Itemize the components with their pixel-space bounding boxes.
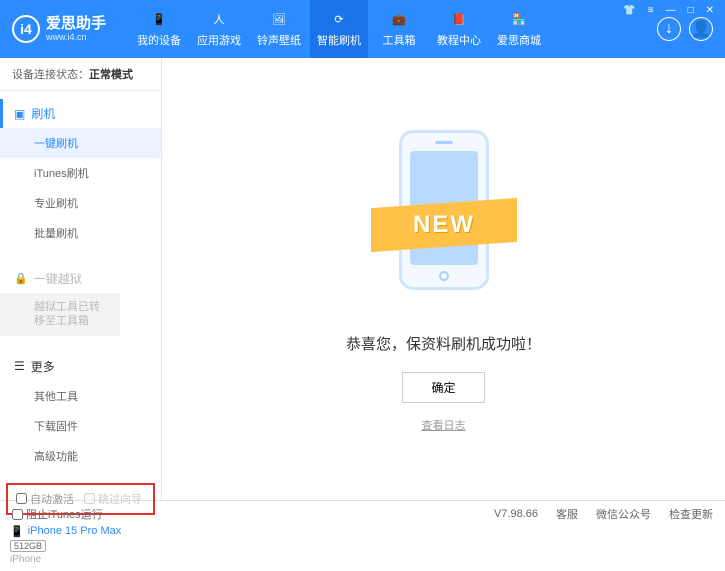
success-message: 恭喜您，保资料刷机成功啦！ — [346, 333, 541, 354]
toolbox-icon: 💼 — [390, 10, 408, 28]
nav-apps-games[interactable]: 人应用游戏 — [190, 0, 248, 58]
book-icon: 📕 — [450, 10, 468, 28]
nav-my-device[interactable]: 📱我的设备 — [130, 0, 188, 58]
device-status: 设备连接状态：正常模式 — [0, 58, 161, 91]
sidebar-section-more[interactable]: ☰更多 — [0, 352, 161, 381]
refresh-icon: ⟳ — [330, 10, 348, 28]
sidebar-item-itunes-flash[interactable]: iTunes刷机 — [0, 158, 161, 188]
flash-icon: ▣ — [14, 107, 25, 121]
maximize-icon[interactable]: □ — [685, 4, 697, 17]
logo-title: 爱思助手 — [46, 16, 106, 33]
logo-icon: i4 — [12, 15, 40, 43]
footer-update[interactable]: 检查更新 — [669, 506, 713, 522]
block-itunes-checkbox[interactable]: 阻止iTunes运行 — [12, 506, 103, 522]
user-icon: 👤 — [691, 19, 711, 39]
ok-button[interactable]: 确定 — [402, 372, 484, 403]
sidebar: 设备连接状态：正常模式 ▣刷机 一键刷机 iTunes刷机 专业刷机 批量刷机 … — [0, 58, 162, 500]
sidebar-item-batch-flash[interactable]: 批量刷机 — [0, 218, 161, 248]
nav-store[interactable]: 🏪爱思商城 — [490, 0, 548, 58]
menu-icon[interactable]: ≡ — [645, 4, 657, 17]
apps-icon: 人 — [210, 10, 228, 28]
nav-toolbox[interactable]: 💼工具箱 — [370, 0, 428, 58]
skip-guide-checkbox[interactable]: 跳过向导 — [84, 491, 142, 507]
window-controls: 👕 ≡ — □ ✕ — [620, 4, 717, 17]
footer-wechat[interactable]: 微信公众号 — [596, 506, 651, 522]
more-icon: ☰ — [14, 359, 25, 373]
minimize-icon[interactable]: — — [663, 4, 679, 17]
phone-icon: 📱 — [150, 10, 168, 28]
new-badge: NEW — [413, 211, 475, 239]
device-info: 📱iPhone 15 Pro Max 512GB iPhone — [0, 519, 161, 571]
store-icon: 🏪 — [510, 10, 528, 28]
sidebar-section-jailbreak: 🔒一键越狱 — [0, 264, 161, 293]
lock-icon: 🔒 — [14, 272, 28, 285]
nav-tutorials[interactable]: 📕教程中心 — [430, 0, 488, 58]
footer-support[interactable]: 客服 — [556, 506, 578, 522]
sidebar-section-flash[interactable]: ▣刷机 — [0, 99, 161, 128]
close-icon[interactable]: ✕ — [703, 4, 717, 17]
header-actions: ↓ 👤 — [657, 17, 713, 41]
theme-icon[interactable]: 👕 — [620, 4, 638, 17]
version-label: V7.98.66 — [494, 508, 538, 520]
top-nav: 📱我的设备 人应用游戏 🖼铃声壁纸 ⟳智能刷机 💼工具箱 📕教程中心 🏪爱思商城 — [130, 0, 657, 58]
nav-smart-flash[interactable]: ⟳智能刷机 — [310, 0, 368, 58]
main-content: NEW 恭喜您，保资料刷机成功啦！ 确定 查看日志 — [162, 58, 725, 500]
sidebar-item-pro-flash[interactable]: 专业刷机 — [0, 188, 161, 218]
logo: i4 爱思助手 www.i4.cn — [12, 15, 106, 43]
download-button[interactable]: ↓ — [657, 17, 681, 41]
sidebar-item-download-firmware[interactable]: 下载固件 — [0, 411, 161, 441]
jailbreak-moved-note: 越狱工具已转移至工具箱 — [0, 293, 120, 336]
logo-subtitle: www.i4.cn — [46, 32, 106, 42]
status-value: 正常模式 — [89, 69, 133, 81]
nav-ringtones[interactable]: 🖼铃声壁纸 — [250, 0, 308, 58]
device-storage: 512GB — [10, 540, 46, 552]
sidebar-item-oneclick-flash[interactable]: 一键刷机 — [0, 128, 161, 158]
success-illustration: NEW — [379, 125, 509, 315]
user-button[interactable]: 👤 — [689, 17, 713, 41]
image-icon: 🖼 — [270, 10, 288, 28]
sidebar-item-other-tools[interactable]: 其他工具 — [0, 381, 161, 411]
sidebar-item-advanced[interactable]: 高级功能 — [0, 441, 161, 471]
auto-activate-checkbox[interactable]: 自动激活 — [16, 491, 74, 507]
device-type: iPhone — [10, 554, 151, 565]
app-header: 👕 ≡ — □ ✕ i4 爱思助手 www.i4.cn 📱我的设备 人应用游戏 … — [0, 0, 725, 58]
view-log-link[interactable]: 查看日志 — [422, 417, 466, 433]
download-icon: ↓ — [665, 20, 673, 38]
